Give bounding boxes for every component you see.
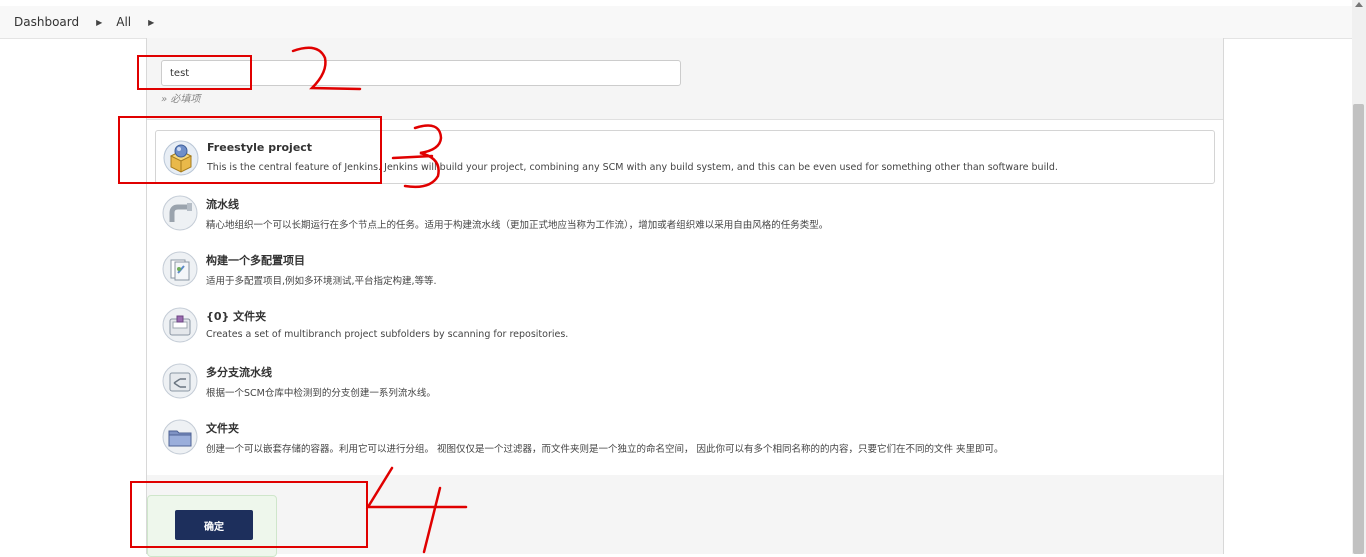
breadcrumb-dashboard[interactable]: Dashboard [14, 15, 79, 29]
scrollbar-thumb[interactable] [1353, 104, 1364, 554]
breadcrumb-chevron-icon[interactable]: ▶ [148, 18, 154, 27]
item-type-multibranch-pipeline[interactable]: 多分支流水线 根据一个SCM仓库中检测到的分支创建一系列流水线。 [155, 354, 1215, 408]
item-type-description: 根据一个SCM仓库中检测到的分支创建一系列流水线。 [206, 388, 436, 399]
item-type-organization-folder[interactable]: {0} 文件夹 Creates a set of multibranch pro… [155, 298, 1215, 352]
scroll-up-icon[interactable] [1355, 2, 1363, 7]
item-type-title: {0} 文件夹 [206, 310, 267, 323]
breadcrumb-chevron-icon[interactable]: ▶ [96, 18, 102, 27]
item-type-title: 构建一个多配置项目 [206, 254, 305, 267]
folder-icon [162, 419, 198, 455]
annotation-box-freestyle [118, 116, 382, 184]
item-type-description: 适用于多配置项目,例如多环境测试,平台指定构建,等等. [206, 276, 437, 287]
item-type-description: 创建一个可以嵌套存储的容器。利用它可以进行分组。 视图仅仅是一个过滤器，而文件夹… [206, 444, 1004, 455]
organization-folder-icon [162, 307, 198, 343]
item-type-pipeline[interactable]: 流水线 精心地组织一个可以长期运行在多个节点上的任务。适用于构建流水线（更加正式… [155, 186, 1215, 240]
breadcrumb-all[interactable]: All [116, 15, 131, 29]
item-type-title: 文件夹 [206, 422, 239, 435]
item-type-multi-config[interactable]: 构建一个多配置项目 适用于多配置项目,例如多环境测试,平台指定构建,等等. [155, 242, 1215, 296]
multibranch-pipeline-icon [162, 363, 198, 399]
breadcrumb: Dashboard ▶ All ▶ [0, 6, 1352, 39]
annotation-box-name [137, 55, 252, 90]
annotation-box-ok [130, 481, 368, 548]
item-type-description: Creates a set of multibranch project sub… [206, 329, 569, 340]
item-type-folder[interactable]: 文件夹 创建一个可以嵌套存储的容器。利用它可以进行分组。 视图仅仅是一个过滤器，… [155, 410, 1215, 464]
item-type-title: 多分支流水线 [206, 366, 272, 379]
item-type-title: 流水线 [206, 198, 239, 211]
item-type-description: 精心地组织一个可以长期运行在多个节点上的任务。适用于构建流水线（更加正式地应当称… [206, 220, 829, 231]
required-hint: » 必填项 [161, 94, 201, 105]
pipeline-icon [162, 195, 198, 231]
multi-config-project-icon [162, 251, 198, 287]
item-name-section: » 必填项 [147, 38, 1223, 119]
